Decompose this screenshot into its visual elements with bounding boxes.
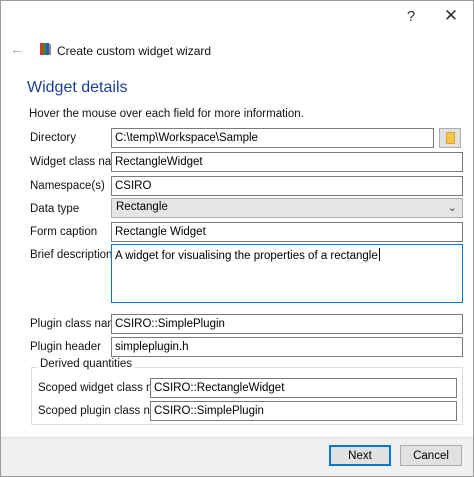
directory-field[interactable]: C:\temp\Workspace\Sample [111, 128, 434, 148]
scoped-plugin-class-name-field[interactable]: CSIRO::SimplePlugin [150, 401, 457, 421]
browse-folder-button[interactable] [439, 128, 461, 148]
plugin-class-name-label: Plugin class name [30, 318, 124, 330]
data-type-label: Data type [30, 203, 80, 215]
namespace-label: Namespace(s) [30, 180, 105, 192]
back-arrow-icon[interactable]: ← [10, 41, 25, 58]
next-button[interactable]: Next [329, 445, 391, 466]
data-type-value: Rectangle [116, 201, 168, 213]
close-button[interactable]: ✕ [439, 5, 463, 27]
form-caption-label: Form caption [30, 226, 98, 238]
hint-text: Hover the mouse over each field for more… [29, 108, 304, 120]
directory-label: Directory [30, 132, 77, 144]
title-bar: ? ✕ [1, 1, 473, 33]
text-caret [378, 248, 380, 261]
wizard-icon [40, 43, 51, 55]
plugin-class-name-field[interactable]: CSIRO::SimplePlugin [111, 314, 463, 334]
chevron-down-icon: ⌄ [447, 202, 457, 214]
wizard-header: ← Create custom widget wizard [1, 33, 473, 69]
folder-icon [445, 132, 455, 144]
widget-class-name-field[interactable]: RectangleWidget [111, 152, 463, 172]
brief-description-label: Brief description [30, 249, 113, 261]
help-button[interactable]: ? [399, 5, 423, 27]
page-title: Widget details [27, 79, 128, 96]
data-type-select[interactable]: Rectangle ⌄ [111, 198, 463, 218]
cancel-button[interactable]: Cancel [400, 445, 462, 466]
brief-description-text: A widget for visualising the properties … [115, 250, 378, 262]
wizard-title: Create custom widget wizard [57, 44, 212, 58]
scoped-widget-class-name-field[interactable]: CSIRO::RectangleWidget [150, 378, 457, 398]
wizard-window: ? ✕ ← Create custom widget wizard Widget… [0, 0, 474, 477]
namespace-field[interactable]: CSIRO [111, 176, 463, 196]
plugin-header-label: Plugin header [30, 341, 101, 353]
plugin-header-field[interactable]: simpleplugin.h [111, 337, 463, 357]
form-caption-field[interactable]: Rectangle Widget [111, 222, 463, 242]
brief-description-field[interactable]: A widget for visualising the properties … [111, 244, 463, 303]
derived-quantities-title: Derived quantities [37, 358, 136, 370]
